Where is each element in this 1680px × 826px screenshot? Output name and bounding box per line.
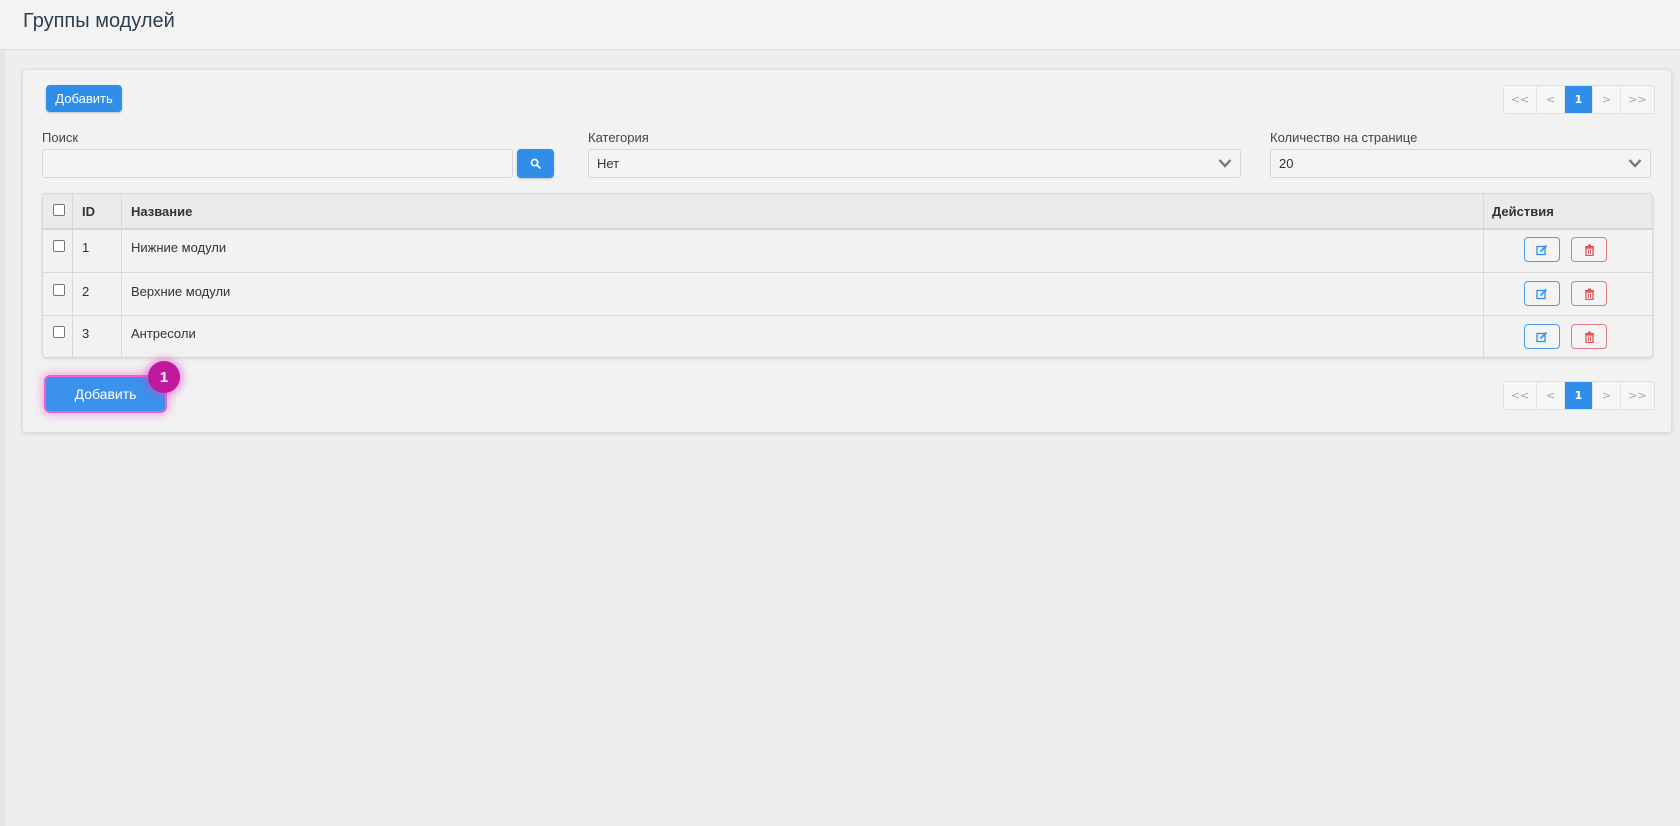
row-name: Нижние модули xyxy=(131,240,227,255)
table-row: 1 Нижние модули xyxy=(43,229,1652,273)
per-page-label: Количество на странице xyxy=(1270,130,1418,145)
groups-table: ID Название Действия 1 Нижние модули 2 В… xyxy=(42,193,1653,358)
select-all-checkbox[interactable] xyxy=(53,204,65,216)
page-title: Группы модулей xyxy=(23,10,175,32)
left-edge xyxy=(0,0,5,826)
page-header: Группы модулей xyxy=(0,0,1680,50)
trash-icon xyxy=(1584,288,1594,300)
per-page-select-value: 20 xyxy=(1279,156,1294,171)
row-id: 2 xyxy=(82,284,90,299)
pagination-top: << < 1 > >> xyxy=(1503,85,1655,114)
page-prev-button[interactable]: < xyxy=(1537,86,1565,113)
edit-icon xyxy=(1536,244,1548,255)
row-checkbox[interactable] xyxy=(53,240,65,252)
search-button[interactable] xyxy=(517,149,554,178)
category-select-value: Нет xyxy=(597,156,620,171)
search-label: Поиск xyxy=(42,130,79,145)
page-next-button[interactable]: > xyxy=(1593,382,1621,409)
trash-icon xyxy=(1584,244,1594,256)
pagination-bottom: << < 1 > >> xyxy=(1503,381,1655,410)
row-checkbox[interactable] xyxy=(53,326,65,338)
row-checkbox[interactable] xyxy=(53,284,65,296)
category-select[interactable]: Нет xyxy=(588,149,1241,178)
page-next-button[interactable]: > xyxy=(1593,86,1621,113)
column-divider xyxy=(72,194,73,357)
table-row: 3 Антресоли xyxy=(43,316,1652,357)
page-current-button[interactable]: 1 xyxy=(1565,86,1593,113)
column-header-name: Название xyxy=(131,204,193,219)
edit-icon xyxy=(1536,288,1548,299)
edit-button[interactable] xyxy=(1524,237,1560,262)
page-first-button[interactable]: << xyxy=(1504,86,1537,113)
delete-button[interactable] xyxy=(1571,237,1607,262)
per-page-select[interactable]: 20 xyxy=(1270,149,1651,178)
edit-button[interactable] xyxy=(1524,324,1560,349)
search-input[interactable] xyxy=(42,149,513,178)
add-button-bottom[interactable]: Добавить xyxy=(46,377,165,411)
category-label: Категория xyxy=(588,130,649,145)
page-last-button[interactable]: >> xyxy=(1621,86,1654,113)
edit-icon xyxy=(1536,331,1548,342)
page-first-button[interactable]: << xyxy=(1504,382,1537,409)
row-name: Антресоли xyxy=(131,326,196,341)
add-button-top[interactable]: Добавить xyxy=(46,85,122,112)
trash-icon xyxy=(1584,331,1594,343)
table-header-row: ID Название Действия xyxy=(43,194,1652,230)
row-id: 3 xyxy=(82,326,90,341)
column-divider xyxy=(121,194,122,357)
page-current-button[interactable]: 1 xyxy=(1565,382,1593,409)
column-divider xyxy=(1483,194,1484,357)
delete-button[interactable] xyxy=(1571,281,1607,306)
row-id: 1 xyxy=(82,240,90,255)
chevron-down-icon xyxy=(1218,159,1232,168)
page-last-button[interactable]: >> xyxy=(1621,382,1654,409)
column-header-actions: Действия xyxy=(1492,204,1554,219)
table-row: 2 Верхние модули xyxy=(43,273,1652,316)
search-icon xyxy=(530,158,541,169)
edit-button[interactable] xyxy=(1524,281,1560,306)
page-prev-button[interactable]: < xyxy=(1537,382,1565,409)
delete-button[interactable] xyxy=(1571,324,1607,349)
chevron-down-icon xyxy=(1628,159,1642,168)
step-badge: 1 xyxy=(148,361,180,393)
column-header-id: ID xyxy=(82,204,95,219)
row-name: Верхние модули xyxy=(131,284,231,299)
